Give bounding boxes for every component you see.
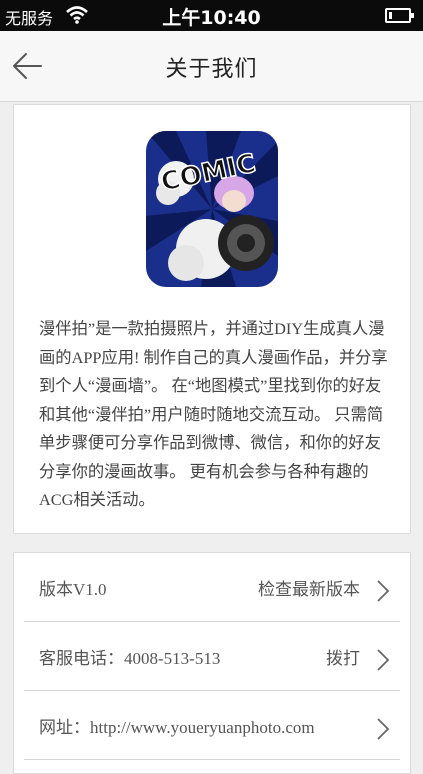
support-phone-row[interactable]: 客服电话：4008-513-513 拨打 [24,622,400,691]
about-card: COMIC 漫伴拍”是一款拍摄照片，并通过DIY生成真人漫画的APP应用! 制作… [13,104,411,534]
support-phone-label: 客服电话：4008-513-513 [39,649,221,668]
version-label: 版本V1.0 [39,580,107,599]
call-link[interactable]: 拨打 [326,644,360,669]
nav-bar: 关于我们 [0,31,423,102]
check-update-link[interactable]: 检查最新版本 [258,575,360,600]
version-row[interactable]: 版本V1.0 检查最新版本 [24,553,400,622]
chevron-right-icon [377,580,390,602]
clock: 上午10:40 [162,7,261,29]
status-bar: 无服务 上午10:40 [0,0,423,31]
chevron-right-icon [377,718,390,740]
app-logo: COMIC [146,131,278,287]
info-list: 版本V1.0 检查最新版本 客服电话：4008-513-513 拨打 网址：ht… [13,552,411,774]
battery-icon [385,8,414,23]
page-title: 关于我们 [165,57,258,82]
chevron-right-icon [377,649,390,671]
website-label: 网址：http://www.youeryuanphoto.com [39,718,315,737]
app-description: 漫伴拍”是一款拍摄照片，并通过DIY生成真人漫画的APP应用! 制作自己的真人漫… [39,319,388,509]
